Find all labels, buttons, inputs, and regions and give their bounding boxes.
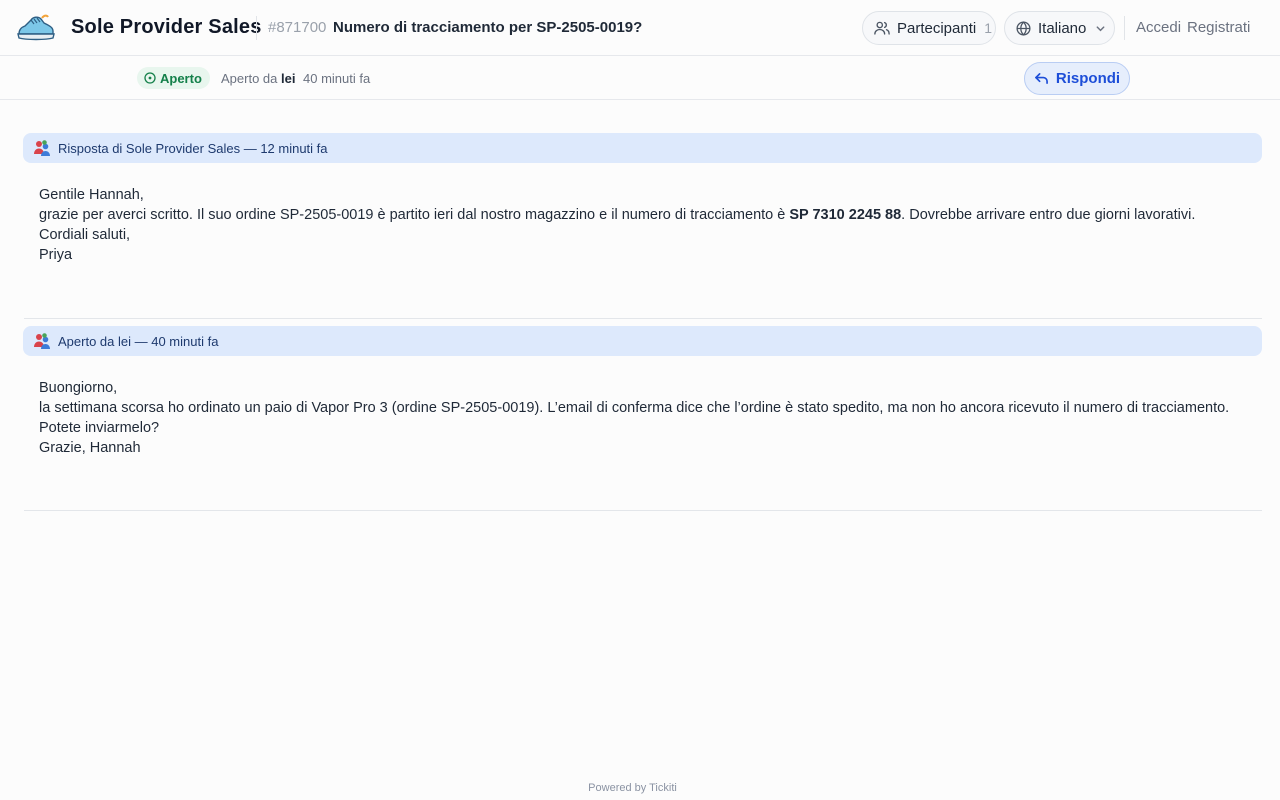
message-signature: Priya: [39, 247, 73, 263]
participants-label: Partecipanti: [897, 19, 977, 37]
top-bar: Sole Provider Sales #871700 Numero di tr…: [0, 0, 1280, 56]
ticket-title: Numero di tracciamento per SP-2505-0019?: [333, 19, 643, 36]
sneaker-logo-icon[interactable]: [16, 12, 56, 44]
participants-count: 1: [984, 20, 993, 36]
message-header: Aperto da lei — 40 minuti fa: [23, 326, 1262, 356]
login-link[interactable]: Accedi: [1136, 19, 1181, 36]
opened-by-user: lei: [281, 71, 296, 86]
reply-label: Rispondi: [1055, 70, 1121, 87]
header-divider: [256, 16, 257, 40]
opened-by: Aperto da lei: [221, 71, 295, 86]
participants-button[interactable]: Partecipanti 1: [862, 11, 996, 45]
message-line: la settimana scorsa ho ordinato un paio …: [39, 400, 1230, 416]
tracking-number: SP 7310 2245 88: [789, 207, 902, 223]
message-header: Risposta di Sole Provider Sales — 12 min…: [23, 133, 1262, 163]
users-icon: [34, 333, 50, 349]
message-question: Potete inviarmelo?: [39, 420, 160, 436]
message-body: Buongiorno, la settimana scorsa ho ordin…: [39, 378, 1229, 458]
opened-by-prefix: Aperto da: [221, 71, 278, 86]
message-text: grazie per averci scritto. Il suo ordine…: [39, 207, 790, 223]
message-closing: Cordiali saluti,: [39, 227, 131, 243]
powered-by-footer[interactable]: Powered by Tickiti: [0, 782, 1265, 794]
message-line: grazie per averci scritto. Il suo ordine…: [39, 205, 1195, 225]
message-body: Gentile Hannah, grazie per averci scritt…: [39, 185, 1195, 265]
status-badge: Aperto: [137, 67, 210, 89]
message-text: . Dovrebbe arrivare entro due giorni lav…: [901, 207, 1196, 223]
ticket-id: #871700: [268, 19, 327, 36]
language-label: Italiano: [1038, 19, 1087, 37]
header-divider: [1124, 16, 1125, 40]
chevron-down-icon: [1096, 25, 1105, 31]
message-greeting: Buongiorno,: [39, 380, 118, 396]
message-meta: Risposta di Sole Provider Sales — 12 min…: [58, 140, 328, 156]
language-selector[interactable]: Italiano: [1004, 11, 1115, 45]
register-link[interactable]: Registrati: [1187, 19, 1250, 36]
reply-arrow-icon: [1034, 73, 1048, 84]
brand-name[interactable]: Sole Provider Sales: [71, 16, 262, 39]
message-greeting: Gentile Hannah,: [39, 187, 144, 203]
reply-button[interactable]: Rispondi: [1024, 62, 1130, 95]
message-meta: Aperto da lei — 40 minuti fa: [58, 333, 219, 349]
opened-time: 40 minuti fa: [303, 71, 371, 86]
message-signature: Grazie, Hannah: [39, 440, 141, 456]
message-divider: [24, 510, 1262, 511]
globe-icon: [1016, 20, 1031, 36]
users-icon: [34, 140, 50, 156]
ticket-status-bar: Aperto Aperto da lei 40 minuti fa Rispon…: [0, 56, 1280, 100]
participants-icon: [874, 21, 890, 35]
open-status-icon: [144, 72, 156, 84]
status-label: Aperto: [160, 70, 202, 86]
message-divider: [24, 318, 1262, 319]
